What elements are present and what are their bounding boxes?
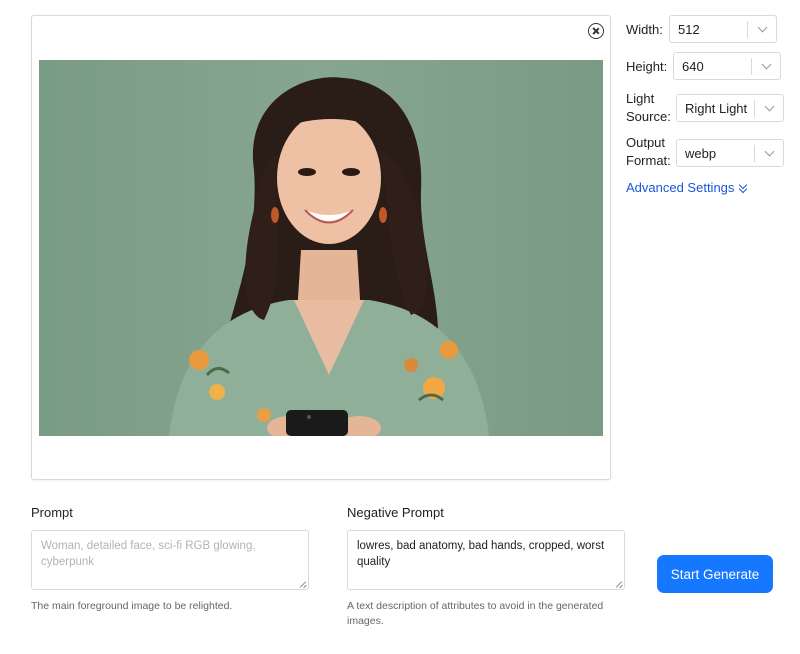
start-generate-button[interactable]: Start Generate: [657, 555, 773, 593]
width-label: Width:: [626, 22, 663, 37]
chevron-down-icon: [757, 22, 768, 33]
light-source-select[interactable]: Right Light: [676, 94, 784, 122]
light-source-label-line1: Light: [626, 91, 655, 106]
preview-image: [39, 60, 603, 436]
height-select[interactable]: 640: [673, 52, 781, 80]
close-circle-icon[interactable]: [588, 23, 604, 39]
light-source-value: Right Light: [685, 101, 748, 116]
negative-prompt-label: Negative Prompt: [347, 505, 444, 520]
width-select[interactable]: 512: [669, 15, 777, 43]
chevron-down-icon: [761, 59, 772, 70]
portrait-illustration: [169, 77, 489, 436]
resize-grip-icon[interactable]: [300, 581, 307, 588]
negative-prompt-input[interactable]: lowres, bad anatomy, bad hands, cropped,…: [347, 530, 625, 590]
negative-prompt-help-text: A text description of attributes to avoi…: [347, 600, 604, 627]
advanced-settings-label: Advanced Settings: [626, 180, 735, 195]
image-preview-card: [31, 15, 611, 480]
light-source-label: Light Source:: [626, 90, 671, 126]
width-value: 512: [678, 22, 700, 37]
prompt-input[interactable]: [31, 530, 309, 590]
select-divider: [751, 58, 752, 75]
output-format-label-line1: Output: [626, 135, 666, 150]
chevron-down-icon: [764, 146, 775, 157]
output-format-label-line2: Format:: [626, 153, 671, 168]
height-value: 640: [682, 59, 704, 74]
chevron-down-icon: [764, 101, 775, 112]
output-format-value: webp: [685, 146, 717, 161]
select-divider: [747, 21, 748, 38]
height-label: Height:: [626, 59, 668, 74]
select-divider: [754, 100, 755, 117]
output-format-label: Output Format:: [626, 134, 671, 170]
light-source-label-line2: Source:: [626, 109, 671, 124]
select-divider: [754, 145, 755, 162]
output-format-select[interactable]: webp: [676, 139, 784, 167]
double-chevron-down-icon: [738, 183, 748, 194]
resize-grip-icon[interactable]: [616, 581, 623, 588]
prompt-help-text: The main foreground image to be relighte…: [31, 600, 233, 612]
advanced-settings-link[interactable]: Advanced Settings: [626, 180, 748, 195]
prompt-label: Prompt: [31, 505, 73, 520]
